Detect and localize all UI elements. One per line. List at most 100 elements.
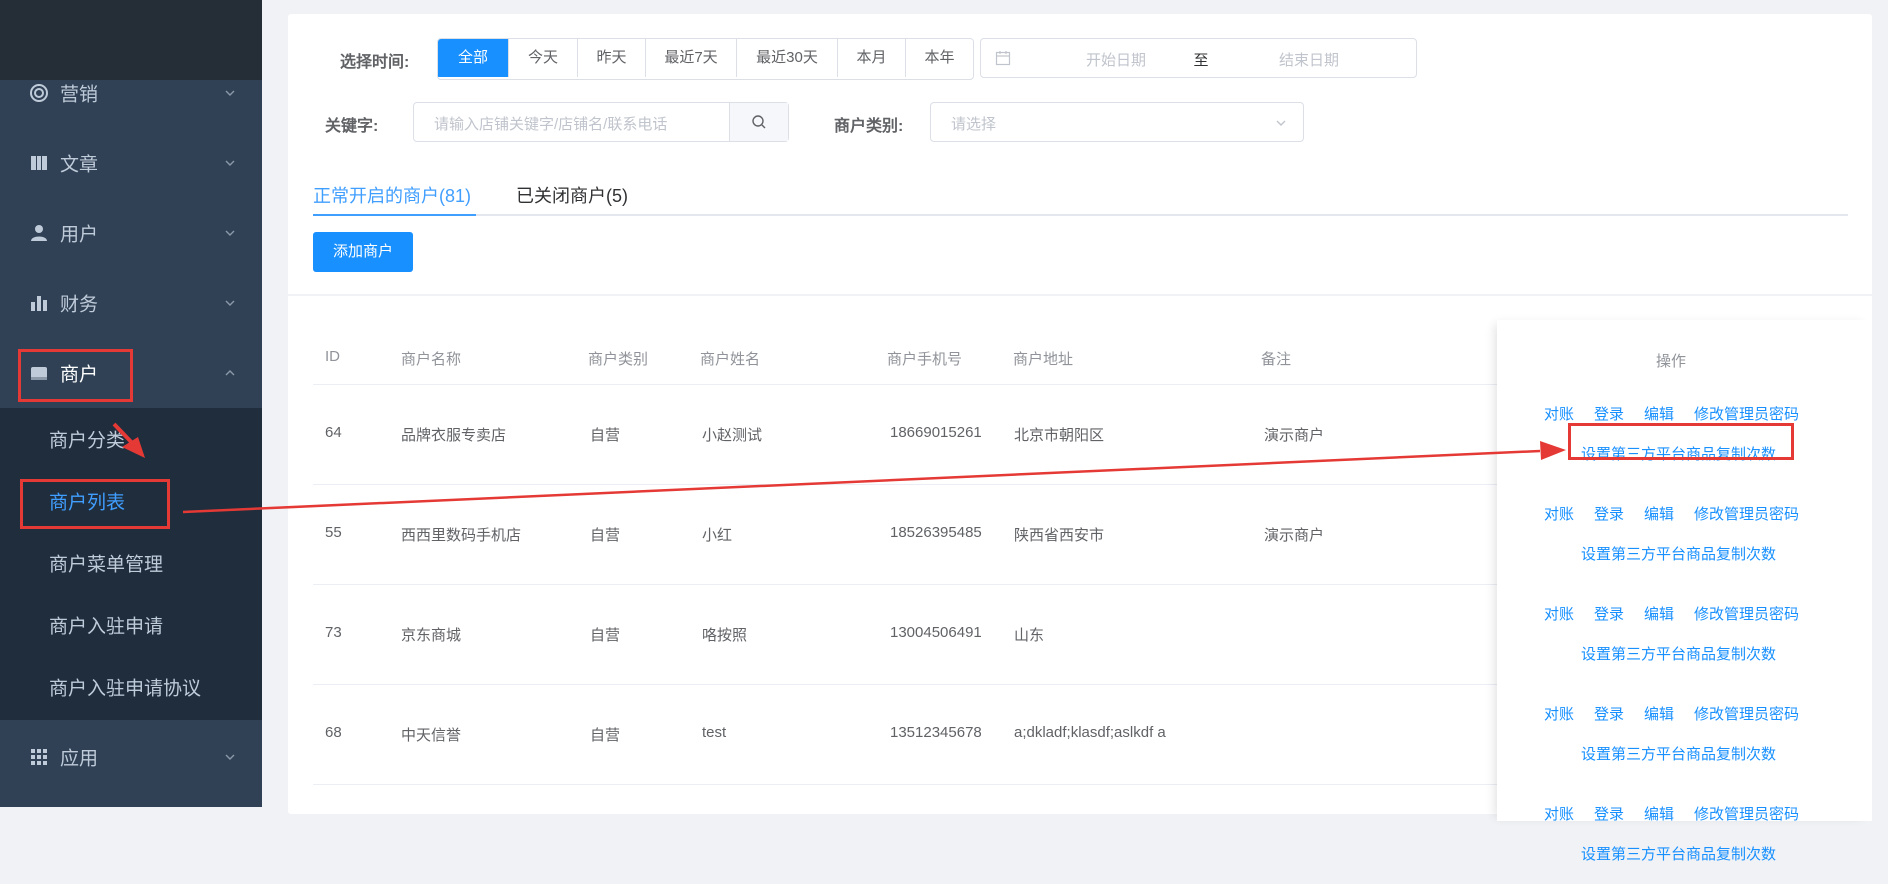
sidebar-item-articles[interactable]: 文章 [0, 128, 262, 198]
actions-row: 对账 登录 编辑 修改管理员密码设置第三方平台商品复制次数 [1497, 584, 1872, 684]
time-option-all[interactable]: 全部 [438, 39, 508, 77]
time-option-month[interactable]: 本月 [837, 39, 905, 77]
time-option-today[interactable]: 今天 [508, 39, 577, 77]
cell-address: a;dkladf;klasdf;aslkdf a [1014, 724, 1166, 741]
sidebar-item-label: 用户 [60, 224, 99, 246]
cell-name: 中天信誉 [401, 727, 462, 744]
cell-phone: 13004506491 [890, 624, 982, 641]
highlight-box-merchants [18, 349, 133, 402]
submenu-item-merchant-application[interactable]: 商户入驻申请 [0, 594, 262, 656]
cell-id: 68 [325, 724, 342, 741]
sidebar-item-finance[interactable]: 财务 [0, 268, 262, 338]
cell-category: 自营 [590, 727, 621, 744]
column-header: 商户地址 [1013, 351, 1074, 368]
change-password-link[interactable]: 修改管理员密码 [1694, 603, 1799, 624]
cell-contact: 咯按照 [702, 627, 748, 644]
date-start-input[interactable]: 开始日期 [1061, 49, 1171, 70]
merchants-submenu: 商户分类 商户列表 商户菜单管理 商户入驻申请 商户入驻申请协议 [0, 408, 262, 720]
change-password-link[interactable]: 修改管理员密码 [1694, 803, 1799, 824]
set-copy-count-link[interactable]: 设置第三方平台商品复制次数 [1581, 843, 1776, 864]
cell-phone: 18526395485 [890, 524, 982, 541]
submenu-item-merchant-menu[interactable]: 商户菜单管理 [0, 532, 262, 594]
edit-link[interactable]: 编辑 [1644, 403, 1674, 424]
edit-link[interactable]: 编辑 [1644, 603, 1674, 624]
login-link[interactable]: 登录 [1594, 803, 1624, 824]
edit-link[interactable]: 编辑 [1644, 803, 1674, 824]
login-link[interactable]: 登录 [1594, 403, 1624, 424]
bar-chart-icon [28, 292, 50, 314]
login-link[interactable]: 登录 [1594, 703, 1624, 724]
reconcile-link[interactable]: 对账 [1544, 803, 1574, 824]
category-select[interactable]: 请选择 [930, 102, 1304, 142]
cell-id: 55 [325, 524, 342, 541]
category-label: 商户类别: [834, 118, 904, 135]
sidebar-item-label: 文章 [60, 154, 99, 176]
set-copy-count-link[interactable]: 设置第三方平台商品复制次数 [1581, 743, 1776, 764]
reconcile-link[interactable]: 对账 [1544, 403, 1574, 424]
chevron-down-icon [225, 160, 235, 166]
time-filter-segmented: 全部 今天 昨天 最近7天 最近30天 本月 本年 [437, 38, 974, 80]
chevron-down-icon [225, 300, 235, 306]
select-placeholder: 请选择 [951, 116, 997, 133]
merchant-tabs: 正常开启的商户(81) 已关闭商户(5) [313, 174, 1848, 216]
login-link[interactable]: 登录 [1594, 503, 1624, 524]
cell-phone: 13512345678 [890, 724, 982, 741]
submenu-item-label: 商户菜单管理 [49, 554, 164, 576]
add-merchant-button[interactable]: 添加商户 [313, 232, 413, 272]
tab-active-indicator [313, 214, 476, 216]
set-copy-count-link[interactable]: 设置第三方平台商品复制次数 [1581, 543, 1776, 564]
reconcile-link[interactable]: 对账 [1544, 603, 1574, 624]
cell-name: 西西里数码手机店 [401, 527, 522, 544]
set-copy-count-link[interactable]: 设置第三方平台商品复制次数 [1581, 643, 1776, 664]
time-option-yesterday[interactable]: 昨天 [577, 39, 645, 77]
change-password-link[interactable]: 修改管理员密码 [1694, 403, 1799, 424]
chevron-down-icon [1276, 120, 1286, 126]
column-header: 商户类别 [588, 351, 649, 368]
keyword-search-input[interactable]: 请输入店铺关键字/店铺名/联系电话 [413, 102, 789, 142]
submenu-item-merchant-category[interactable]: 商户分类 [0, 408, 262, 470]
grid-icon [28, 746, 50, 768]
edit-link[interactable]: 编辑 [1644, 703, 1674, 724]
sidebar-item-label: 财务 [60, 294, 99, 316]
sidebar: 营销 文章 用户 财务 商户 商户分类 商户列表 商户菜单管理 商户入驻申请 商… [0, 0, 262, 807]
edit-link[interactable]: 编辑 [1644, 503, 1674, 524]
column-header: 商户姓名 [700, 351, 761, 368]
cell-name: 京东商城 [401, 627, 462, 644]
main-card: 选择时间: 全部 今天 昨天 最近7天 最近30天 本月 本年 开始日期 至 结… [288, 14, 1872, 863]
sidebar-item-apps[interactable]: 应用 [0, 722, 262, 792]
submenu-item-application-agreement[interactable]: 商户入驻申请协议 [0, 656, 262, 718]
reconcile-link[interactable]: 对账 [1544, 703, 1574, 724]
time-option-year[interactable]: 本年 [905, 39, 973, 77]
sidebar-item-label: 应用 [60, 748, 99, 770]
submenu-item-label: 商户分类 [49, 430, 126, 452]
search-icon [752, 115, 766, 129]
tab-open-merchants[interactable]: 正常开启的商户(81) [313, 182, 471, 208]
sidebar-item-marketing[interactable]: 营销 [0, 58, 262, 128]
book-icon [28, 152, 50, 174]
user-icon [28, 222, 50, 244]
change-password-link[interactable]: 修改管理员密码 [1694, 503, 1799, 524]
login-link[interactable]: 登录 [1594, 603, 1624, 624]
search-placeholder: 请输入店铺关键字/店铺名/联系电话 [434, 116, 668, 133]
time-option-last7[interactable]: 最近7天 [645, 39, 736, 77]
chevron-down-icon [225, 90, 235, 96]
change-password-link[interactable]: 修改管理员密码 [1694, 703, 1799, 724]
date-separator: 至 [1193, 52, 1209, 69]
date-range-picker[interactable]: 开始日期 至 结束日期 [980, 38, 1417, 78]
date-end-input[interactable]: 结束日期 [1254, 49, 1364, 70]
tab-closed-merchants[interactable]: 已关闭商户(5) [516, 182, 628, 208]
search-button[interactable] [729, 103, 788, 141]
cell-category: 自营 [590, 527, 621, 544]
cell-category: 自营 [590, 427, 621, 444]
section-divider [288, 294, 1872, 296]
actions-row: 对账 登录 编辑 修改管理员密码设置第三方平台商品复制次数 [1497, 684, 1872, 784]
target-icon [28, 82, 50, 104]
time-option-last30[interactable]: 最近30天 [736, 39, 837, 77]
cell-contact: 小红 [702, 527, 733, 544]
cell-address: 山东 [1014, 627, 1045, 644]
cell-note: 演示商户 [1264, 427, 1325, 444]
reconcile-link[interactable]: 对账 [1544, 503, 1574, 524]
column-header: 商户手机号 [887, 351, 963, 368]
sidebar-item-users[interactable]: 用户 [0, 198, 262, 268]
cell-id: 64 [325, 424, 342, 441]
